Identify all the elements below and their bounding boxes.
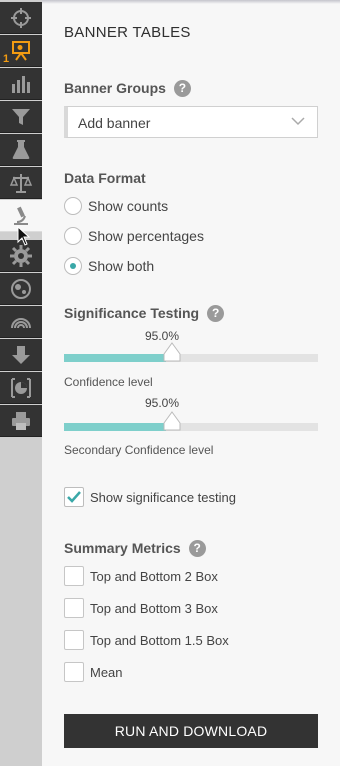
radio-label: Show percentages xyxy=(88,228,204,244)
metric-top-bottom-3-row[interactable]: Top and Bottom 3 Box xyxy=(64,597,218,619)
sidebar-badge: 1 xyxy=(3,53,10,65)
secondary-confidence-value: 95.0% xyxy=(145,396,180,410)
sidebar-item-presentation[interactable]: 1 xyxy=(0,35,42,67)
network-icon xyxy=(11,278,31,299)
add-banner-select[interactable]: Add banner xyxy=(64,106,318,138)
flask-icon xyxy=(12,139,30,159)
banner-groups-heading: Banner Groups? xyxy=(64,80,191,97)
crosshair-icon xyxy=(11,7,31,28)
confidence-slider-fill xyxy=(64,354,166,362)
slider-thumb-icon[interactable] xyxy=(163,342,181,362)
microscope-icon xyxy=(14,206,28,225)
panel-top-edge xyxy=(42,0,340,4)
sidebar-item-scale[interactable] xyxy=(0,167,42,199)
radio-show-percentages[interactable]: Show percentages xyxy=(64,225,204,247)
sidebar-item-filter[interactable] xyxy=(0,101,42,133)
sidebar-item-rainbow[interactable] xyxy=(0,306,42,338)
secondary-confidence-caption: Secondary Confidence level xyxy=(64,443,214,457)
run-and-download-button[interactable]: RUN AND DOWNLOAD xyxy=(64,714,318,748)
metric-mean-row[interactable]: Mean xyxy=(64,661,123,683)
sidebar-item-pie-chart[interactable] xyxy=(0,372,42,404)
show-significance-checkbox-row[interactable]: Show significance testing xyxy=(64,486,236,508)
checkmark-icon xyxy=(67,491,81,503)
metric-label: Top and Bottom 3 Box xyxy=(90,600,218,616)
show-significance-checkbox[interactable] xyxy=(64,487,84,507)
presentation-icon xyxy=(12,40,30,61)
radio-label: Show both xyxy=(88,258,155,274)
summary-metrics-label: Summary Metrics xyxy=(64,540,181,556)
mouse-cursor-icon xyxy=(17,226,31,246)
summary-metrics-heading: Summary Metrics? xyxy=(64,540,206,557)
sidebar-item-network[interactable] xyxy=(0,273,42,305)
chevron-down-icon xyxy=(291,117,305,126)
significance-testing-label: Significance Testing xyxy=(64,305,200,321)
sidebar-item-download[interactable] xyxy=(0,339,42,371)
radio-button-selected[interactable] xyxy=(64,257,82,275)
radio-button[interactable] xyxy=(64,227,82,245)
radio-button[interactable] xyxy=(64,197,82,215)
metric-top-bottom-2-row[interactable]: Top and Bottom 2 Box xyxy=(64,565,218,587)
rainbow-icon xyxy=(11,317,31,328)
confidence-caption: Confidence level xyxy=(64,375,153,389)
metric-label: Top and Bottom 2 Box xyxy=(90,568,218,584)
secondary-confidence-slider[interactable] xyxy=(64,411,318,431)
sidebar-item-printer[interactable] xyxy=(0,405,42,437)
sidebar-item-flask[interactable] xyxy=(0,134,42,166)
filter-icon xyxy=(12,108,30,125)
help-icon[interactable]: ? xyxy=(207,305,225,322)
metric-label: Mean xyxy=(90,664,123,680)
metric-checkbox[interactable] xyxy=(64,662,84,682)
printer-icon xyxy=(12,411,30,430)
data-format-heading: Data Format xyxy=(64,170,146,186)
radio-show-counts[interactable]: Show counts xyxy=(64,195,168,217)
pie-chart-icon xyxy=(11,377,31,398)
scale-icon xyxy=(9,173,33,193)
show-significance-label: Show significance testing xyxy=(90,489,236,505)
secondary-confidence-slider-fill xyxy=(64,423,166,431)
gear-icon xyxy=(10,244,32,267)
confidence-value: 95.0% xyxy=(145,329,180,343)
download-icon xyxy=(12,345,30,364)
metric-checkbox[interactable] xyxy=(64,598,84,618)
help-icon[interactable]: ? xyxy=(188,540,206,557)
banner-tables-panel: BANNER TABLES Banner Groups? Add banner … xyxy=(42,0,340,766)
radio-show-both[interactable]: Show both xyxy=(64,255,154,277)
confidence-slider[interactable] xyxy=(64,342,318,362)
significance-testing-heading: Significance Testing? xyxy=(64,305,225,322)
banner-groups-label: Banner Groups xyxy=(64,80,166,96)
sidebar-item-bar-chart[interactable] xyxy=(0,68,42,100)
sidebar-item-crosshair[interactable] xyxy=(0,2,42,34)
metric-top-bottom-1-5-row[interactable]: Top and Bottom 1.5 Box xyxy=(64,629,229,651)
help-icon[interactable]: ? xyxy=(173,80,191,97)
radio-label: Show counts xyxy=(88,198,169,214)
metric-checkbox[interactable] xyxy=(64,630,84,650)
add-banner-select-value: Add banner xyxy=(78,115,151,131)
bar-chart-icon xyxy=(12,75,30,93)
slider-thumb-icon[interactable] xyxy=(163,411,181,431)
metric-label: Top and Bottom 1.5 Box xyxy=(90,632,229,648)
panel-title: BANNER TABLES xyxy=(64,24,191,41)
metric-checkbox[interactable] xyxy=(64,566,84,586)
